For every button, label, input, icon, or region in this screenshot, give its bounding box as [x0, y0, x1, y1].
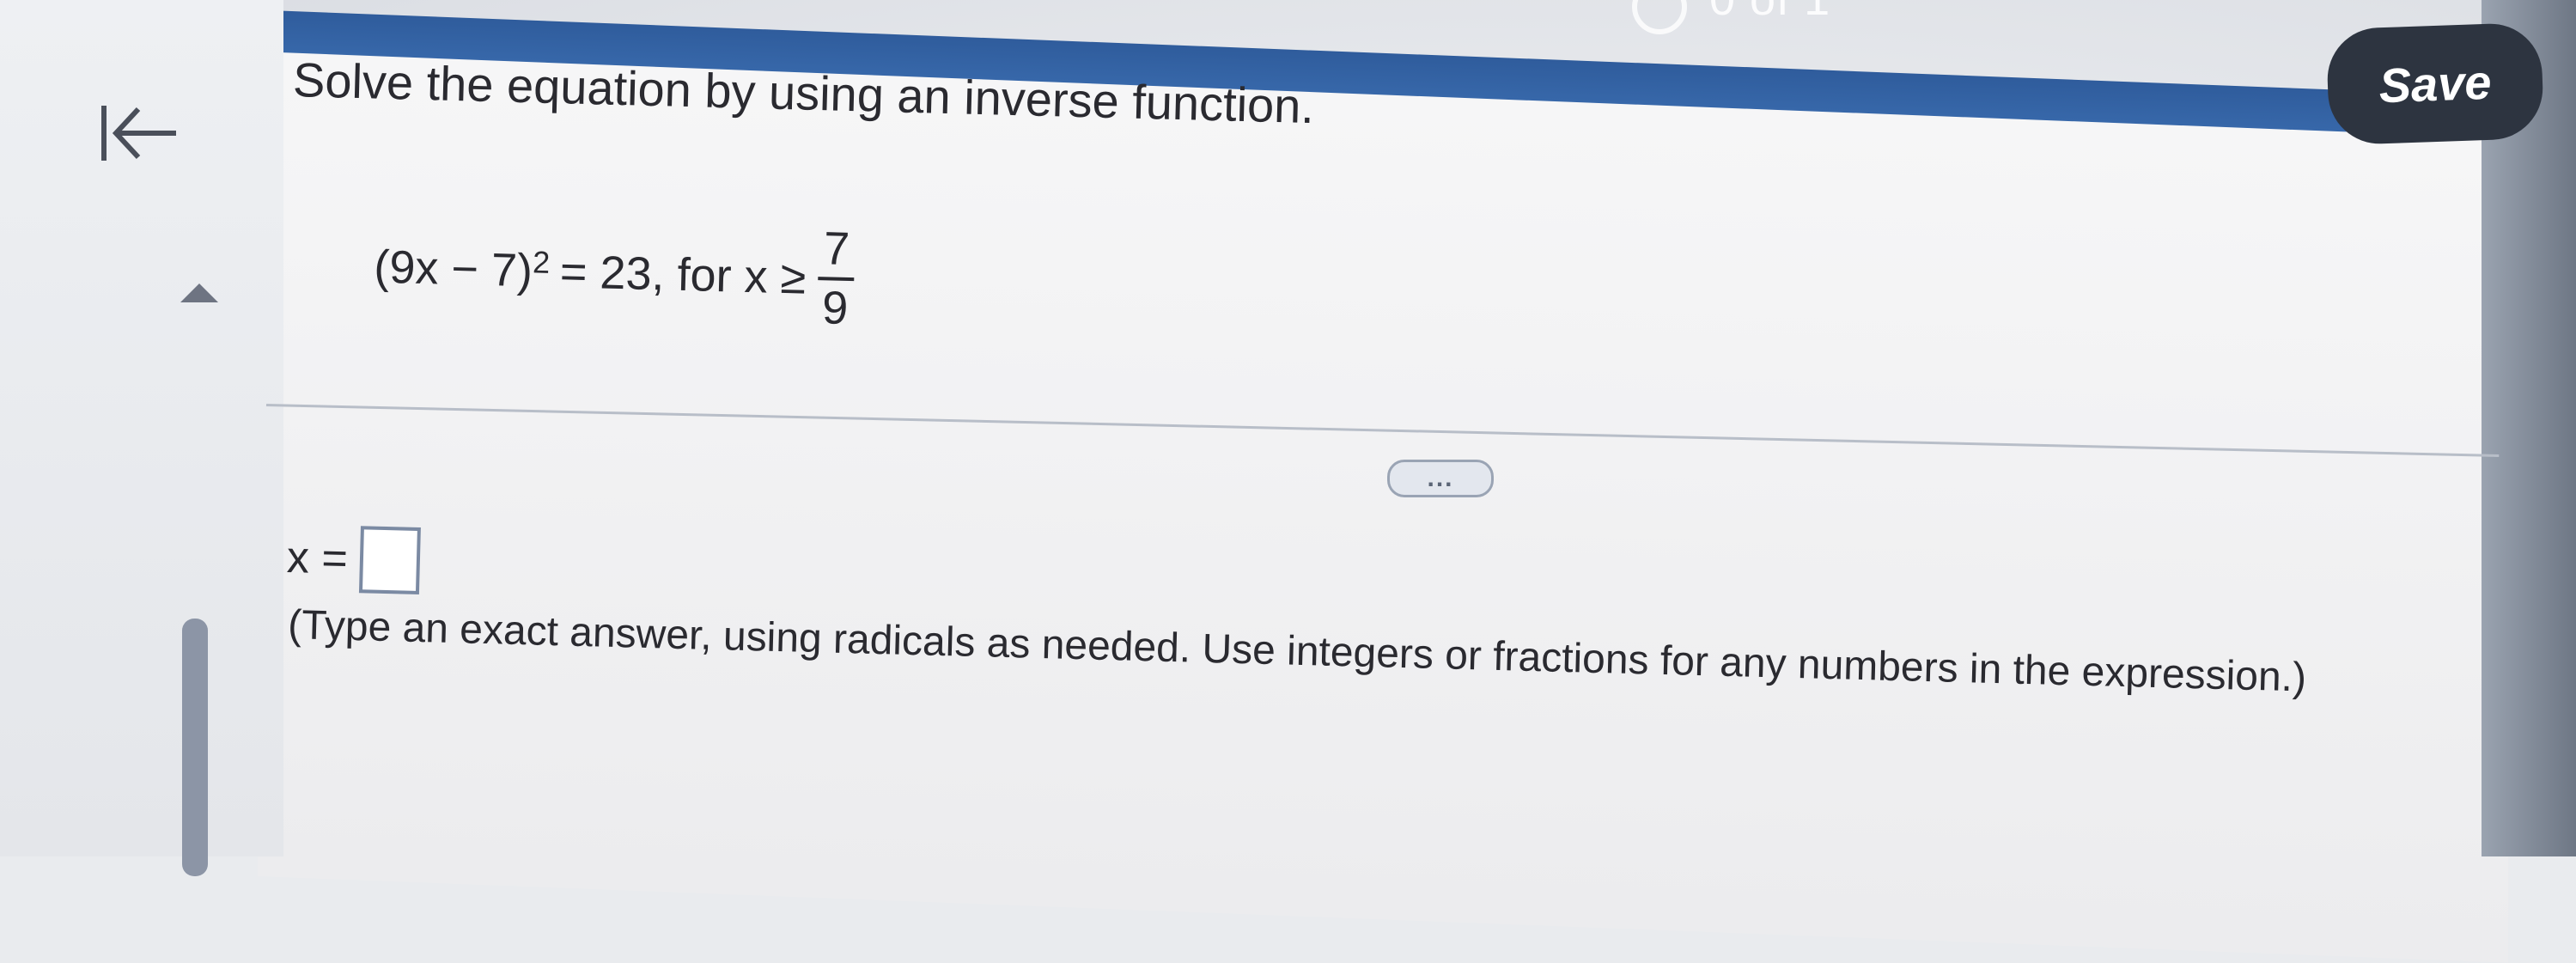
equation-rhs: = 23, for x ≥	[559, 245, 807, 304]
fraction-numerator: 7	[823, 222, 850, 276]
scrollbar-thumb[interactable]	[182, 619, 208, 876]
equation-exponent: 2	[532, 244, 551, 280]
save-button[interactable]: Save	[2325, 21, 2545, 146]
back-to-start-icon	[101, 106, 176, 161]
points-label: 0 of 1	[1709, 0, 1830, 26]
answer-prefix: x =	[286, 532, 349, 584]
question-panel	[258, 52, 2508, 963]
equation-lhs: (9x − 7)	[373, 241, 533, 297]
back-to-start-button[interactable]	[93, 86, 187, 180]
fraction-seven-ninths: 7 9	[817, 222, 856, 334]
fraction-denominator: 9	[821, 281, 850, 334]
fraction-bar	[818, 276, 855, 281]
scroll-up-arrow-icon[interactable]	[180, 283, 218, 302]
answer-row: x =	[286, 524, 421, 595]
equation: (9x − 7) 2 = 23, for x ≥ 7 9	[373, 213, 856, 334]
answer-input-box[interactable]	[358, 526, 421, 595]
more-options-button[interactable]: ...	[1387, 460, 1494, 497]
